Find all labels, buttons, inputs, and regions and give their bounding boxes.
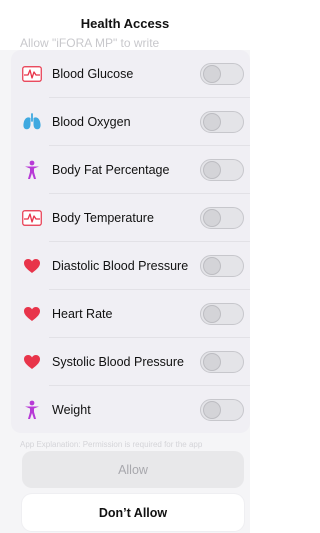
list-item-systolic-blood-pressure: Systolic Blood Pressure [11,338,250,386]
app-explanation-text: App Explanation: Permission is required … [20,440,203,449]
list-item-weight: Weight [11,386,250,433]
toggle-knob [203,113,221,131]
systolic-blood-pressure-toggle[interactable] [200,351,244,373]
lungs-icon [20,110,44,134]
list-item-blood-glucose: Blood Glucose [11,50,250,98]
list-item-diastolic-blood-pressure: Diastolic Blood Pressure [11,242,250,290]
diastolic-blood-pressure-toggle[interactable] [200,255,244,277]
dont-allow-button[interactable]: Don’t Allow [22,494,244,531]
list-item-body-fat-percentage: Body Fat Percentage [11,146,250,194]
toggle-knob [203,209,221,227]
heart-icon [20,350,44,374]
list-item-heart-rate: Heart Rate [11,290,250,338]
ecg-chart-icon [20,62,44,86]
toggle-knob [203,161,221,179]
heart-icon [20,302,44,326]
permissions-list: Blood Glucose Blood Oxygen Body Fat Perc… [11,50,250,433]
page-title: Health Access [80,16,170,31]
toggle-knob [203,65,221,83]
allow-button[interactable]: Allow [22,451,244,488]
heart-rate-toggle[interactable] [200,303,244,325]
blood-glucose-toggle[interactable] [200,63,244,85]
toggle-knob [203,353,221,371]
toggle-knob [203,305,221,323]
body-fat-percentage-toggle[interactable] [200,159,244,181]
ecg-chart-icon [20,206,44,230]
weight-toggle[interactable] [200,399,244,421]
heart-icon [20,254,44,278]
person-figure-icon [20,398,44,422]
list-item-blood-oxygen: Blood Oxygen [11,98,250,146]
header: Health Access Allow "iFORA MP" to write [0,0,250,50]
toggle-knob [203,401,221,419]
blood-oxygen-toggle[interactable] [200,111,244,133]
health-access-screen: Health Access Allow "iFORA MP" to write … [0,0,250,533]
toggle-knob [203,257,221,275]
body-temperature-toggle[interactable] [200,207,244,229]
person-figure-icon [20,158,44,182]
page-subtitle: Allow "iFORA MP" to write [20,36,160,50]
list-item-body-temperature: Body Temperature [11,194,250,242]
